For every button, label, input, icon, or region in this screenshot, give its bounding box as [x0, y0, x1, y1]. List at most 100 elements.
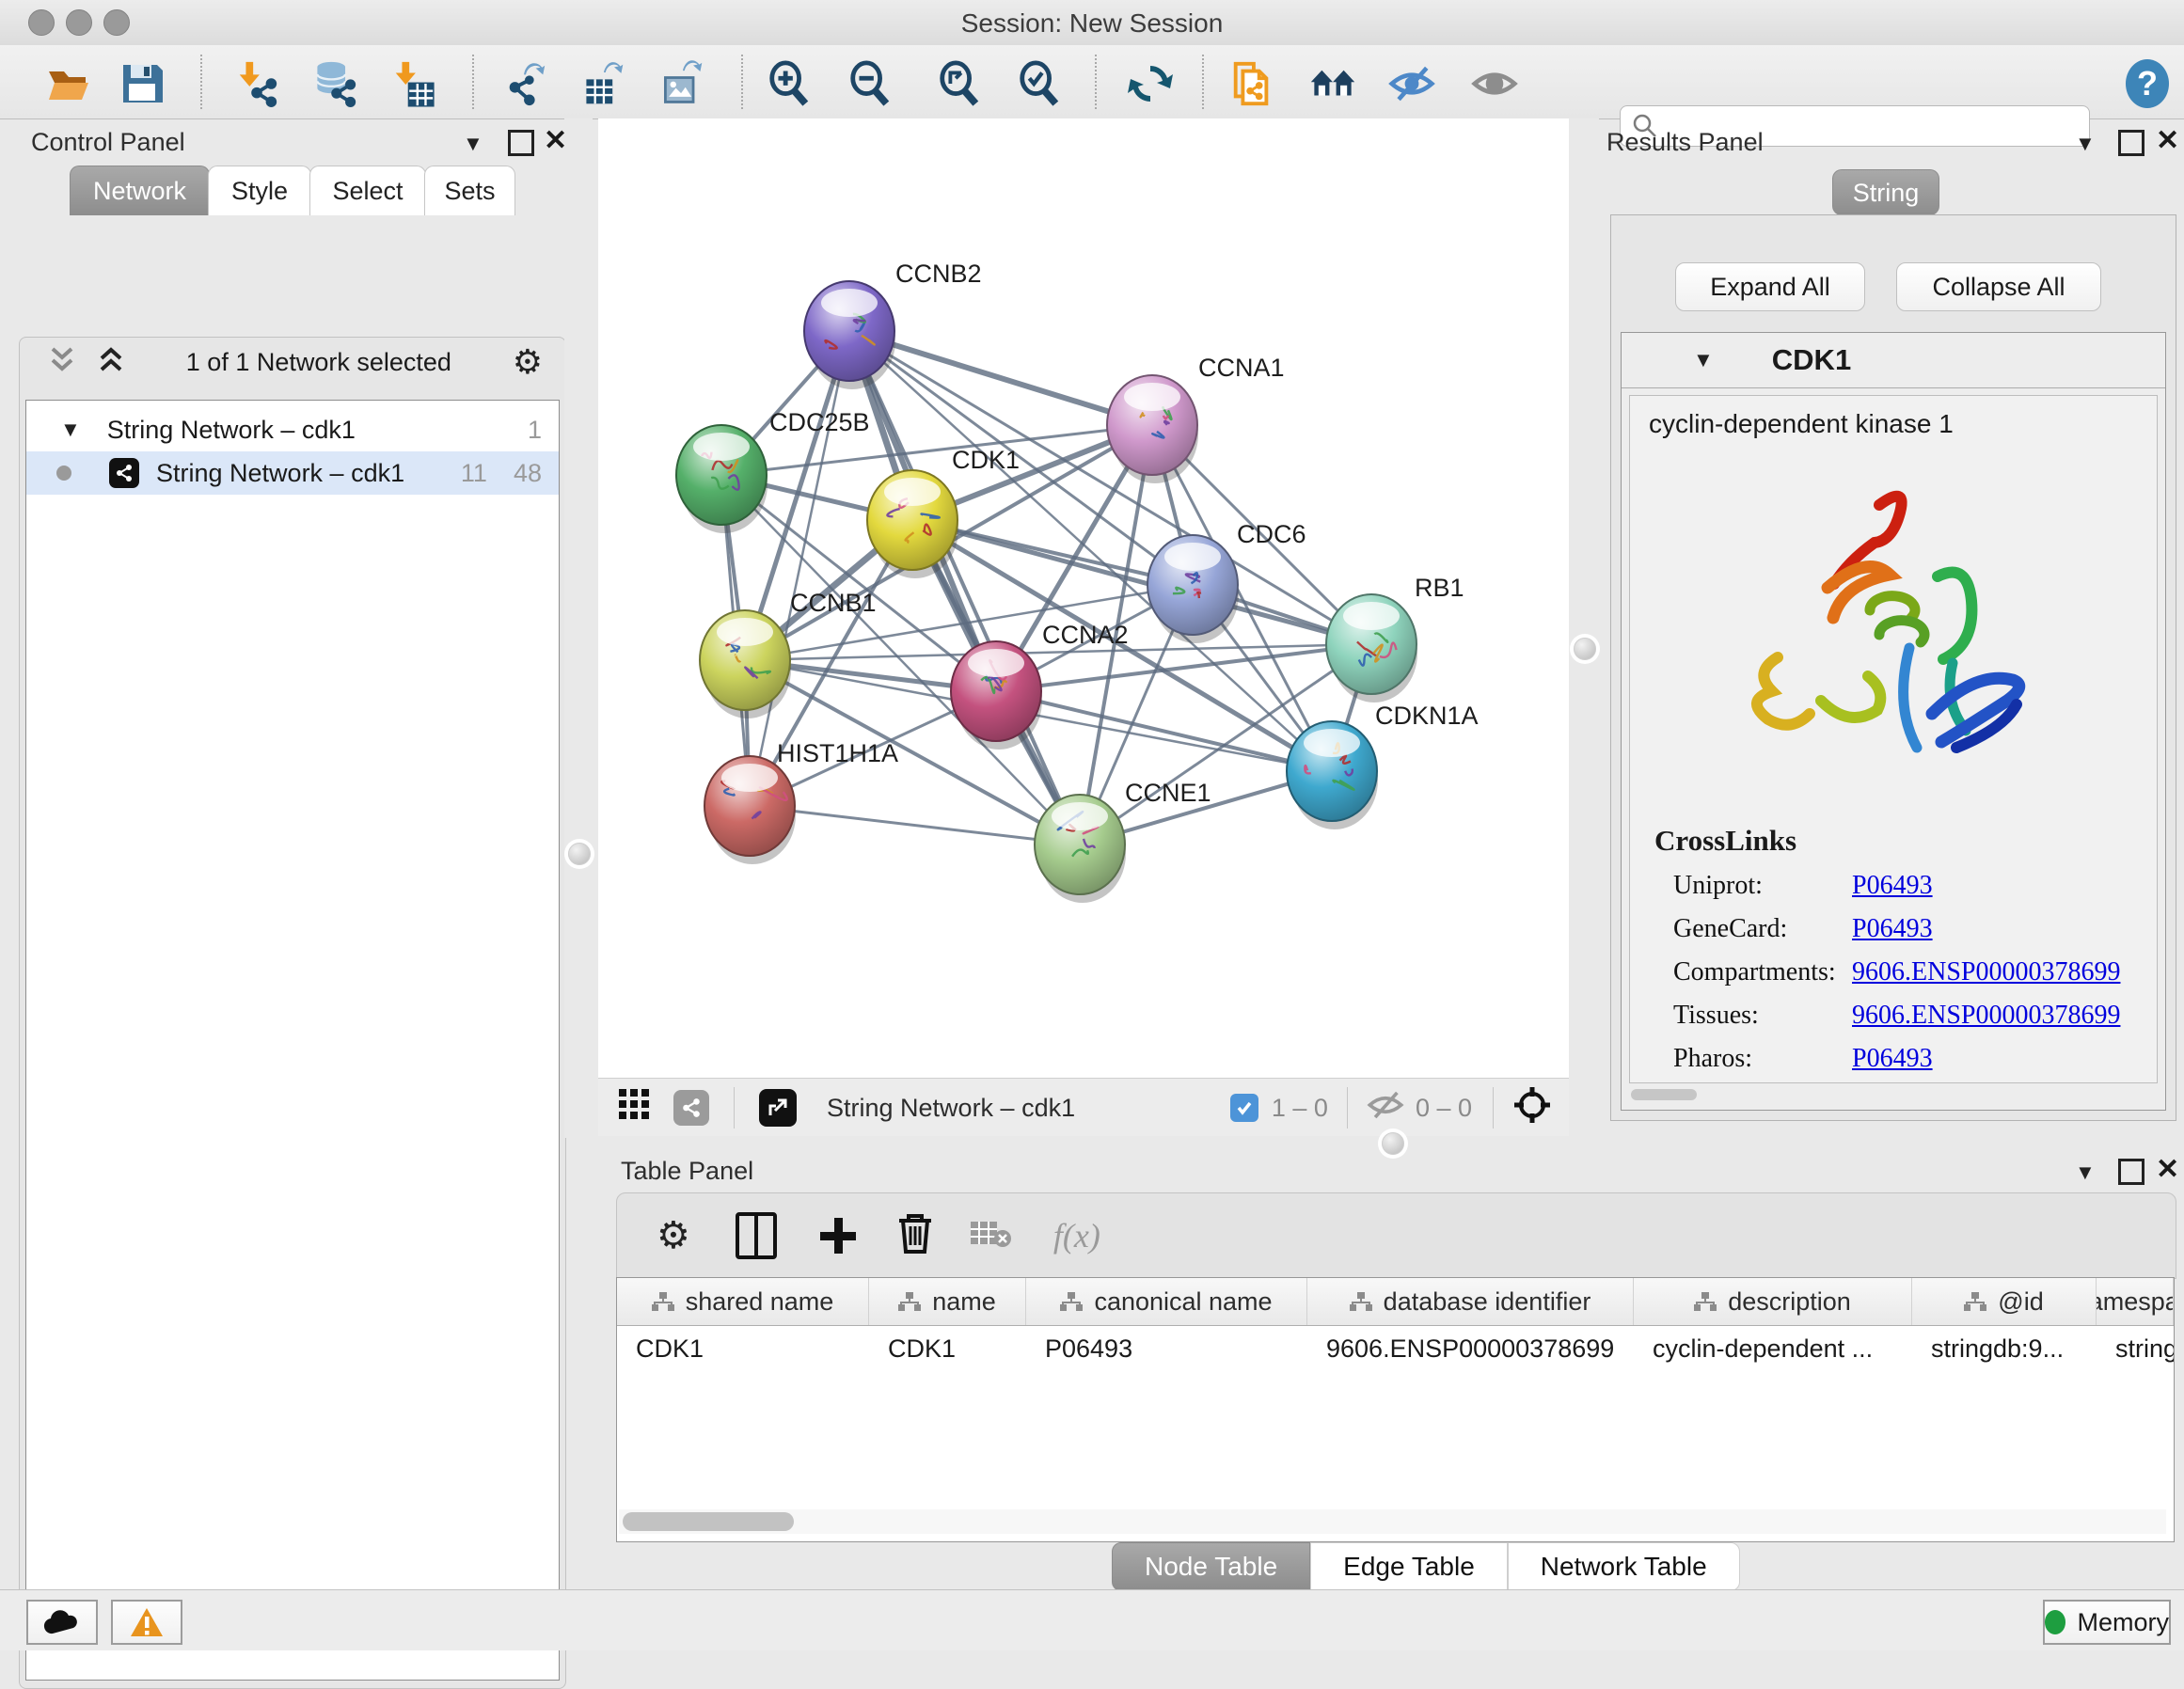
- table-hscrollbar[interactable]: [619, 1509, 2166, 1534]
- expand-all-networks-icon[interactable]: [97, 345, 125, 380]
- crosslink-link[interactable]: 9606.ENSP00000378699: [1852, 957, 2120, 987]
- expand-all-button[interactable]: Expand All: [1675, 262, 1865, 311]
- right-splitter[interactable]: [1569, 118, 1599, 1138]
- import-network-from-database-button[interactable]: [310, 60, 357, 107]
- tab-edge-table[interactable]: Edge Table: [1310, 1542, 1508, 1591]
- network-edge-count: 48: [514, 459, 542, 488]
- export-table-icon: [579, 58, 626, 109]
- tab-node-table[interactable]: Node Table: [1112, 1542, 1310, 1591]
- cloud-status-button[interactable]: [26, 1600, 98, 1645]
- tab-string-results[interactable]: String: [1832, 169, 1939, 215]
- tab-select[interactable]: Select: [309, 166, 426, 215]
- column-header-canonical-name[interactable]: canonical name: [1026, 1278, 1307, 1325]
- memory-button[interactable]: Memory: [2043, 1600, 2171, 1645]
- birdseye-view-icon[interactable]: [1512, 1085, 1552, 1131]
- warnings-button[interactable]: [111, 1600, 182, 1645]
- network-options-gear-icon[interactable]: ⚙: [513, 345, 543, 379]
- left-splitter[interactable]: [564, 118, 593, 1138]
- tab-style[interactable]: Style: [208, 166, 311, 215]
- table-options-gear-icon[interactable]: ⚙: [657, 1217, 690, 1255]
- network-node-rb1[interactable]: RB1: [1326, 574, 1464, 702]
- first-neighbors-button[interactable]: [1309, 60, 1356, 107]
- save-session-button[interactable]: [119, 60, 166, 107]
- maximize-panel-icon[interactable]: [508, 130, 534, 156]
- network-node-cdk1[interactable]: CDK1: [867, 446, 1020, 578]
- network-canvas[interactable]: CCNB2CCNA1CDC25BCDK1CDC6RB1CCNB1CCNA2CDK…: [598, 118, 1569, 1078]
- results-hscrollbar-thumb[interactable]: [1631, 1089, 1697, 1100]
- table-cell[interactable]: cyclin-dependent ...: [1634, 1326, 1912, 1371]
- share-view-icon[interactable]: [673, 1090, 709, 1126]
- tab-network-table[interactable]: Network Table: [1508, 1542, 1740, 1591]
- float-panel-icon[interactable]: ▼: [2075, 1160, 2096, 1185]
- export-network-button[interactable]: [502, 60, 549, 107]
- crosslink-link[interactable]: P06493: [1852, 871, 1933, 901]
- maximize-panel-icon[interactable]: [2118, 130, 2144, 156]
- show-columns-icon[interactable]: [736, 1212, 777, 1259]
- column-header-namespace[interactable]: namespace: [2097, 1278, 2174, 1325]
- refresh-view-button[interactable]: [1127, 60, 1174, 107]
- network-node-hist1h1a[interactable]: HIST1H1A: [704, 739, 898, 864]
- selected-checkbox-icon[interactable]: [1230, 1094, 1258, 1122]
- column-header-shared-name[interactable]: shared name: [617, 1278, 869, 1325]
- collapse-triangle-icon[interactable]: ▼: [1693, 348, 1714, 372]
- table-hscrollbar-thumb[interactable]: [623, 1512, 794, 1531]
- crosslink-link[interactable]: P06493: [1852, 1044, 1933, 1074]
- toolbar-separator: [472, 55, 474, 109]
- add-column-icon[interactable]: [820, 1218, 856, 1254]
- network-collection-row[interactable]: ▼ String Network – cdk1 1: [26, 408, 559, 451]
- hide-selected-button[interactable]: [1388, 60, 1435, 107]
- function-builder-icon: f(x): [1053, 1216, 1100, 1255]
- clone-network-button[interactable]: [1228, 60, 1275, 107]
- delete-column-icon[interactable]: [897, 1213, 933, 1259]
- right-splitter-handle[interactable]: [1574, 638, 1596, 660]
- import-network-button[interactable]: [233, 60, 280, 107]
- table-cell[interactable]: 9606.ENSP00000378699: [1307, 1326, 1634, 1371]
- close-panel-icon[interactable]: ✕: [2156, 124, 2179, 157]
- table-cell[interactable]: stringdb:9...: [1912, 1326, 2097, 1371]
- float-panel-icon[interactable]: ▼: [463, 132, 483, 156]
- grid-view-icon[interactable]: [619, 1089, 651, 1128]
- network-node-ccnb1[interactable]: CCNB1: [700, 589, 877, 718]
- detach-view-icon[interactable]: [759, 1089, 797, 1127]
- network-node-cdkn1a[interactable]: CDKN1A: [1287, 702, 1479, 829]
- tab-network[interactable]: Network: [70, 166, 210, 215]
- collapse-all-button[interactable]: Collapse All: [1896, 262, 2101, 311]
- column-header-database-identifier[interactable]: database identifier: [1307, 1278, 1634, 1325]
- collapse-all-networks-icon[interactable]: [48, 345, 76, 380]
- export-image-button[interactable]: [658, 60, 705, 107]
- crosslink-link[interactable]: 9606.ENSP00000378699: [1852, 1001, 2120, 1031]
- network-node-ccne1[interactable]: CCNE1: [1035, 779, 1211, 903]
- table-cell[interactable]: CDK1: [869, 1326, 1026, 1371]
- open-session-button[interactable]: [45, 60, 92, 107]
- network-row-selected[interactable]: String Network – cdk1 11 48: [26, 451, 559, 495]
- zoom-selected-button[interactable]: [1016, 60, 1063, 107]
- left-splitter-handle[interactable]: [568, 843, 591, 865]
- show-all-button[interactable]: [1471, 60, 1518, 107]
- import-table-button[interactable]: [389, 60, 436, 107]
- network-edge[interactable]: [849, 331, 1080, 844]
- collapse-triangle-icon[interactable]: ▼: [60, 418, 81, 442]
- zoom-fit-button[interactable]: [936, 60, 983, 107]
- crosslink-link[interactable]: P06493: [1852, 914, 1933, 944]
- table-cell[interactable]: P06493: [1026, 1326, 1307, 1371]
- collection-count: 1: [528, 416, 542, 445]
- zoom-out-button[interactable]: [847, 60, 894, 107]
- column-header-name[interactable]: name: [869, 1278, 1026, 1325]
- network-node-cdc6[interactable]: CDC6: [1147, 520, 1306, 643]
- network-edge[interactable]: [750, 806, 1080, 844]
- tab-sets[interactable]: Sets: [424, 166, 515, 215]
- table-cell[interactable]: stringdb: [2097, 1326, 2174, 1371]
- maximize-panel-icon[interactable]: [2118, 1159, 2144, 1185]
- column-header--id[interactable]: @id: [1912, 1278, 2097, 1325]
- export-table-button[interactable]: [579, 60, 626, 107]
- help-button[interactable]: ?: [2124, 60, 2171, 107]
- close-panel-icon[interactable]: ✕: [2156, 1153, 2179, 1186]
- network-edge[interactable]: [750, 331, 849, 806]
- table-cell[interactable]: CDK1: [617, 1326, 869, 1371]
- gene-section-header[interactable]: ▼ CDK1: [1622, 333, 2165, 388]
- column-header-description[interactable]: description: [1634, 1278, 1912, 1325]
- table-row[interactable]: CDK1CDK1P064939606.ENSP00000378699cyclin…: [617, 1326, 2174, 1371]
- network-node-ccna1[interactable]: CCNA1: [1107, 354, 1285, 483]
- zoom-in-button[interactable]: [766, 60, 813, 107]
- float-panel-icon[interactable]: ▼: [2075, 132, 2096, 156]
